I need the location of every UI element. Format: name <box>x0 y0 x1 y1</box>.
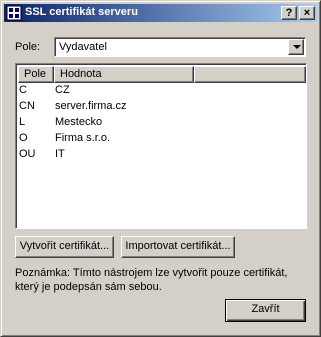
note-text: Poznámka: Tímto nástrojem lze vytvořit p… <box>15 267 288 293</box>
create-certificate-button[interactable]: Vytvořit certifikát... <box>15 236 114 258</box>
help-button[interactable]: ? <box>281 6 297 20</box>
field-label: Pole: <box>15 41 41 53</box>
ssl-certificate-dialog: SSL certifikát serveru ? × Pole: Vydavat… <box>0 0 321 337</box>
certificate-field-list[interactable]: Pole Hodnota C CZ CN server.firma.cz L M… <box>15 63 307 229</box>
close-dialog-button[interactable]: Zavřít <box>225 299 306 322</box>
window-title: SSL certifikát serveru <box>25 6 138 18</box>
title-bar[interactable]: SSL certifikát serveru ? × <box>4 4 317 22</box>
field-select-value: Vydavatel <box>59 41 107 53</box>
cell-hodnota: Firma s.r.o. <box>55 132 111 144</box>
cell-pole: OU <box>19 148 36 160</box>
field-select[interactable]: Vydavatel <box>54 37 306 57</box>
close-window-button[interactable]: × <box>299 6 315 20</box>
cell-hodnota: server.firma.cz <box>55 100 127 112</box>
list-header: Pole Hodnota <box>18 66 306 83</box>
cell-pole: CN <box>19 100 35 112</box>
cell-pole: L <box>19 116 26 128</box>
import-certificate-button[interactable]: Importovat certifikát... <box>121 236 235 258</box>
column-header-pole[interactable]: Pole <box>18 66 54 83</box>
column-header-hodnota[interactable]: Hodnota <box>54 66 194 83</box>
cell-pole: C <box>19 84 27 96</box>
cell-pole: O <box>19 132 28 144</box>
cell-hodnota: CZ <box>55 84 70 96</box>
column-header-empty[interactable] <box>194 66 306 83</box>
cell-hodnota: Mestecko <box>55 116 103 128</box>
chevron-down-icon[interactable] <box>288 39 304 55</box>
cell-hodnota: IT <box>55 148 65 160</box>
certificate-icon <box>6 5 22 21</box>
